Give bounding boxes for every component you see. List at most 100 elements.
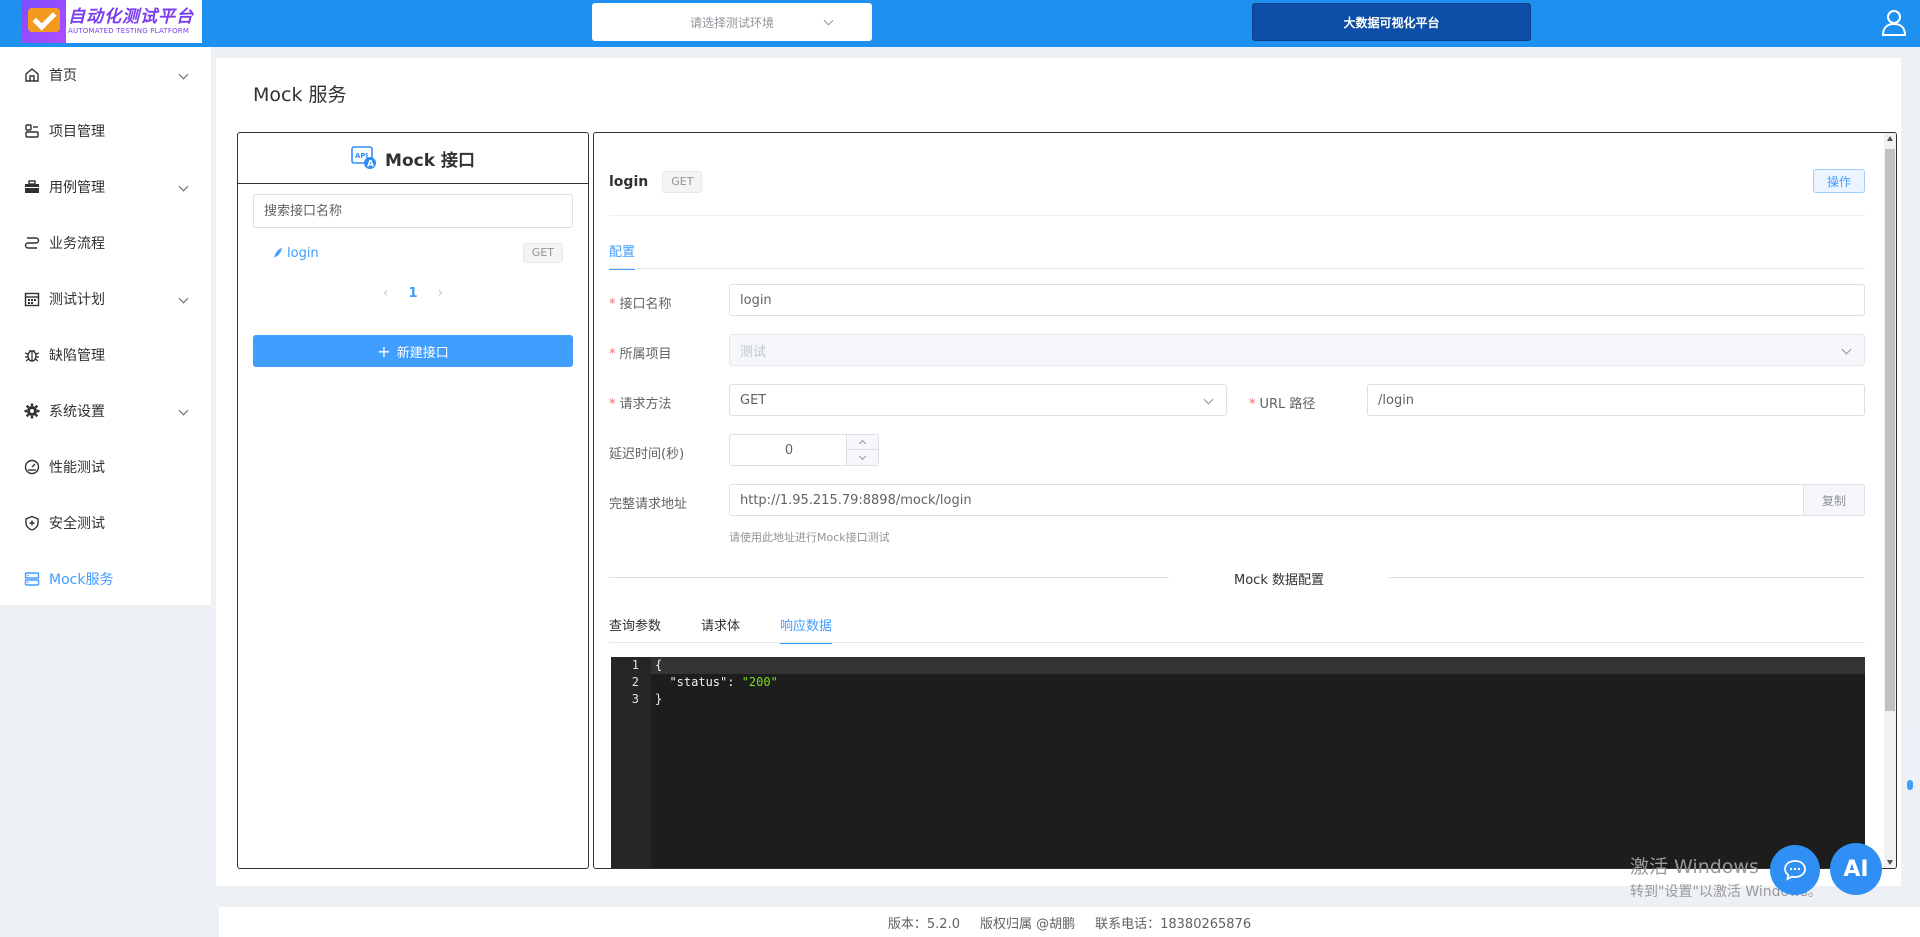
tab-request-body[interactable]: 请求体 bbox=[701, 615, 740, 644]
chevron-down-icon bbox=[178, 69, 189, 80]
scroll-up-icon[interactable] bbox=[1887, 136, 1893, 141]
sidebar-item-label: 用例管理 bbox=[49, 180, 105, 196]
mock-api-detail-panel: login GET 操作 配置 * 接口名称 login * 所属项目 测试 * 请求… bbox=[593, 132, 1897, 869]
prev-page-icon[interactable]: ‹ bbox=[383, 285, 389, 301]
sidebar-item-home[interactable]: 首页 bbox=[0, 47, 211, 103]
plus-icon: + bbox=[377, 341, 391, 361]
tab-query-params[interactable]: 查询参数 bbox=[609, 615, 661, 644]
chevron-down-icon bbox=[178, 293, 189, 304]
tab-underline bbox=[609, 642, 1865, 643]
flow-icon bbox=[24, 237, 40, 249]
response-code-editor[interactable]: 1 2 3 { "status": "200" } bbox=[611, 657, 1865, 868]
chevron-down-icon bbox=[178, 405, 189, 416]
environment-select-placeholder: 请选择测试环境 bbox=[689, 15, 774, 30]
delay-stepper[interactable]: 0 bbox=[729, 434, 879, 466]
sidebar-item-label: 测试计划 bbox=[49, 292, 105, 308]
project-select: 测试 bbox=[729, 334, 1865, 366]
bigdata-platform-button[interactable]: 大数据可视化平台 bbox=[1252, 3, 1531, 41]
bug-icon bbox=[24, 349, 40, 362]
delay-label: 延迟时间(秒) bbox=[609, 447, 685, 462]
sidebar-item-flow[interactable]: 业务流程 bbox=[0, 215, 211, 271]
sidebar-item-label: 系统设置 bbox=[49, 404, 105, 420]
code-line: { bbox=[655, 658, 663, 672]
decrease-icon[interactable] bbox=[847, 450, 878, 465]
mock-data-divider: Mock 数据配置 bbox=[1234, 573, 1324, 588]
api-search-input[interactable] bbox=[253, 194, 573, 228]
api-name: login bbox=[609, 174, 649, 190]
url-path-input[interactable]: /login bbox=[1367, 384, 1865, 416]
footer-version: 版本：5.2.0 bbox=[887, 916, 960, 932]
sidebar-item-label: 业务流程 bbox=[49, 236, 105, 252]
full-url-hint: 请使用此地址进行Mock接口测试 bbox=[729, 531, 890, 544]
scrollbar-thumb[interactable] bbox=[1885, 149, 1895, 711]
url-label: * URL 路径 bbox=[1249, 397, 1316, 412]
sidebar-item-label: 安全测试 bbox=[49, 516, 105, 532]
chevron-down-icon bbox=[178, 181, 189, 192]
delay-value[interactable]: 0 bbox=[730, 435, 848, 465]
new-api-button[interactable]: + 新建接口 bbox=[253, 335, 573, 367]
footer: 版本：5.2.0 版权归属 @胡鹏 联系电话：18380265876 bbox=[219, 907, 1920, 937]
sidebar: 首页 项目管理 用例管理 业务流程 测试计划 缺陷管理 系统设置 性能测试 安全… bbox=[0, 47, 211, 605]
sidebar-item-performance[interactable]: 性能测试 bbox=[0, 439, 211, 495]
api-name-input[interactable]: login bbox=[729, 284, 1865, 316]
ai-assistant-button[interactable]: AI bbox=[1830, 843, 1882, 895]
sidebar-item-label: 缺陷管理 bbox=[49, 348, 105, 364]
increase-icon[interactable] bbox=[847, 435, 878, 450]
sidebar-item-security[interactable]: 安全测试 bbox=[0, 495, 211, 551]
sidebar-item-plans[interactable]: 测试计划 bbox=[0, 271, 211, 327]
scrollbar[interactable] bbox=[1884, 133, 1896, 868]
divider bbox=[1389, 577, 1865, 578]
gauge-icon bbox=[24, 459, 40, 475]
top-header: 自动化测试平台 AUTOMATED TESTING PLATFORM 请选择测试… bbox=[0, 0, 1920, 47]
pagination: ‹ 1 › bbox=[238, 285, 588, 301]
home-icon bbox=[25, 68, 39, 82]
project-label: * 所属项目 bbox=[609, 347, 672, 362]
app-logo[interactable]: 自动化测试平台 AUTOMATED TESTING PLATFORM bbox=[22, 0, 202, 43]
sidebar-item-label: 项目管理 bbox=[49, 124, 105, 140]
list-item[interactable]: login GET bbox=[273, 241, 563, 265]
sidebar-item-label: 性能测试 bbox=[49, 460, 105, 476]
code-line: } bbox=[655, 692, 663, 706]
panel-title: Mock 接口 bbox=[385, 150, 475, 171]
method-select[interactable]: GET bbox=[729, 384, 1227, 416]
server-icon bbox=[24, 572, 40, 586]
chat-button[interactable] bbox=[1770, 845, 1820, 895]
code-line: "status": "200" bbox=[669, 675, 778, 689]
environment-select[interactable]: 请选择测试环境 bbox=[592, 3, 872, 41]
page-scroll-indicator[interactable] bbox=[1907, 730, 1913, 790]
gear-icon bbox=[24, 403, 40, 419]
next-page-icon[interactable]: › bbox=[438, 285, 444, 301]
user-avatar-icon[interactable] bbox=[1880, 8, 1908, 36]
divider bbox=[609, 577, 1169, 578]
sidebar-item-projects[interactable]: 项目管理 bbox=[0, 103, 211, 159]
page-number[interactable]: 1 bbox=[408, 286, 417, 301]
sidebar-item-mock[interactable]: Mock服务 bbox=[0, 551, 211, 607]
sidebar-item-cases[interactable]: 用例管理 bbox=[0, 159, 211, 215]
method-tag: GET bbox=[662, 171, 703, 193]
copy-button[interactable]: 复制 bbox=[1803, 485, 1864, 515]
full-url-input[interactable]: http://1.95.215.79:8898/mock/login 复制 bbox=[729, 484, 1865, 516]
chevron-down-icon bbox=[1203, 394, 1214, 405]
tab-response-data[interactable]: 响应数据 bbox=[780, 615, 833, 644]
name-label: * 接口名称 bbox=[609, 297, 672, 312]
sidebar-item-settings[interactable]: 系统设置 bbox=[0, 383, 211, 439]
method-label: * 请求方法 bbox=[609, 397, 672, 412]
detail-title: login GET bbox=[609, 171, 703, 193]
svg-text:A: A bbox=[367, 160, 374, 170]
new-api-label: 新建接口 bbox=[396, 345, 449, 361]
panel-header: API A Mock 接口 bbox=[238, 133, 588, 184]
logo-subtitle: AUTOMATED TESTING PLATFORM bbox=[68, 27, 190, 35]
operations-button[interactable]: 操作 bbox=[1813, 169, 1865, 193]
sidebar-item-defects[interactable]: 缺陷管理 bbox=[0, 327, 211, 383]
tab-config[interactable]: 配置 bbox=[609, 241, 636, 270]
scroll-down-icon[interactable] bbox=[1887, 860, 1893, 865]
tab-underline bbox=[609, 268, 1865, 269]
briefcase-icon bbox=[25, 180, 39, 193]
chevron-down-icon bbox=[823, 15, 834, 26]
shield-icon bbox=[25, 515, 39, 531]
code-content[interactable]: { "status": "200" } bbox=[655, 657, 778, 708]
divider bbox=[609, 215, 1865, 216]
logo-title: 自动化测试平台 bbox=[68, 7, 194, 27]
line-numbers: 1 2 3 bbox=[611, 657, 651, 868]
footer-phone: 联系电话：18380265876 bbox=[1095, 916, 1252, 932]
